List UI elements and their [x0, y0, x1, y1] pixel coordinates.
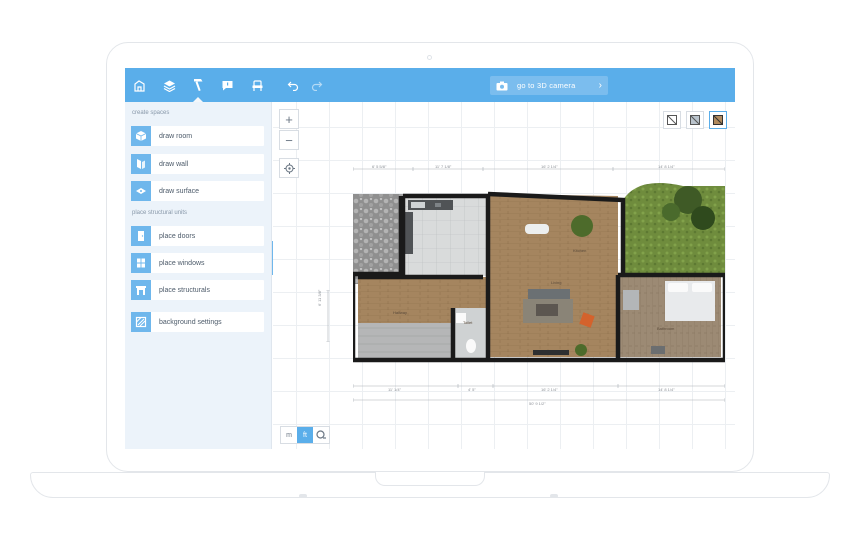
draw-surface-button[interactable]: draw surface	[131, 181, 264, 201]
room-icon	[131, 126, 151, 146]
tab-furniture[interactable]	[243, 68, 272, 102]
view-2d-textured-button[interactable]	[709, 111, 727, 129]
go-to-3d-camera-button[interactable]: go to 3D camera ›	[490, 76, 608, 95]
zoom-in-button[interactable]: +	[279, 109, 299, 129]
room-label-hallway: Hallway	[393, 310, 408, 315]
camera-icon	[496, 81, 508, 90]
dimension-label: 14' 8 1/4"	[658, 387, 675, 392]
unit-toggle: m ft	[280, 426, 330, 444]
room-label-toilet: Toilet	[463, 320, 473, 325]
top-toolbar: go to 3D camera ›	[125, 68, 735, 102]
place-doors-button[interactable]: place doors	[131, 226, 264, 246]
building-icon	[134, 79, 145, 92]
dimension-label: 16' 2 1/4"	[541, 387, 558, 392]
surface-icon	[131, 181, 151, 201]
unit-metric-button[interactable]: m	[281, 427, 297, 443]
comment-icon	[222, 80, 233, 90]
chevron-right-icon: ›	[598, 79, 602, 91]
tab-build-tools[interactable]	[184, 68, 213, 102]
zoom-out-button[interactable]: −	[279, 130, 299, 150]
webcam-dot	[427, 55, 432, 60]
room-label-bathroom: Bathroom	[657, 326, 675, 331]
top-dimension-line	[353, 167, 725, 171]
dimension-label: 6' 11 3/8"	[317, 289, 322, 306]
tab-building[interactable]	[125, 68, 154, 102]
plan-color-icon	[690, 115, 700, 125]
measure-tool-button[interactable]	[313, 427, 329, 443]
unit-imperial-button[interactable]: ft	[297, 427, 313, 443]
door-icon	[131, 226, 151, 246]
view-2d-plain-button[interactable]	[663, 111, 681, 129]
plus-icon: +	[285, 111, 293, 127]
place-windows-label: place windows	[159, 259, 205, 267]
crosshair-icon	[283, 162, 295, 174]
app-screen: go to 3D camera › create spaces draw roo…	[125, 68, 735, 449]
place-structurals-label: place structurals	[159, 286, 210, 294]
hammer-icon	[194, 79, 203, 92]
dimension-label-total: 50' 9 1/2"	[529, 401, 546, 406]
floor-plan-drawing	[353, 183, 725, 363]
undo-icon	[287, 81, 299, 91]
laptop-notch	[375, 472, 485, 486]
tape-measure-icon	[316, 430, 326, 439]
draw-wall-label: draw wall	[159, 160, 189, 168]
draw-wall-button[interactable]: draw wall	[131, 154, 264, 174]
dimension-label: 4' 5"	[468, 387, 476, 392]
wall-icon	[131, 154, 151, 174]
minus-icon: −	[285, 132, 293, 148]
laptop-foot	[299, 494, 307, 498]
center-view-button[interactable]	[279, 158, 299, 178]
plan-outline-icon	[667, 115, 677, 125]
dimension-label: 11' 1/4"	[388, 387, 402, 392]
background-settings-button[interactable]: background settings	[131, 312, 264, 332]
redo-button[interactable]	[309, 77, 325, 93]
section-title-create-spaces: create spaces	[132, 110, 170, 116]
fireplace-icon	[131, 280, 151, 300]
tool-tabs	[125, 68, 272, 102]
place-structurals-button[interactable]: place structurals	[131, 280, 264, 300]
tab-comments[interactable]	[213, 68, 242, 102]
draw-room-button[interactable]: draw room	[131, 126, 264, 146]
place-doors-label: place doors	[159, 232, 196, 240]
build-sidebar: create spaces draw room draw wall draw s…	[125, 102, 272, 449]
plan-textured-icon	[713, 115, 723, 125]
section-title-structural: place structural units	[132, 210, 188, 216]
room-label-living: Living	[551, 280, 562, 285]
redo-icon	[311, 81, 323, 91]
place-windows-button[interactable]: place windows	[131, 253, 264, 273]
background-settings-label: background settings	[159, 318, 222, 326]
room-label-kitchen: Kitchen	[573, 248, 587, 253]
layers-icon	[163, 80, 175, 92]
draw-surface-label: draw surface	[159, 187, 200, 195]
tab-layers[interactable]	[154, 68, 183, 102]
laptop-foot	[550, 494, 558, 498]
draw-room-label: draw room	[159, 132, 193, 140]
left-dimension-line	[326, 290, 330, 342]
chair-icon	[252, 79, 263, 91]
view-2d-color-button[interactable]	[686, 111, 704, 129]
background-icon	[131, 312, 151, 332]
camera-button-label: go to 3D camera	[517, 81, 576, 90]
floorplan-canvas[interactable]: + − 6' 5 5/8" 11' 7 1/8" 16' 2 1/4" 14' …	[273, 102, 735, 449]
undo-button[interactable]	[285, 77, 301, 93]
window-icon	[131, 253, 151, 273]
